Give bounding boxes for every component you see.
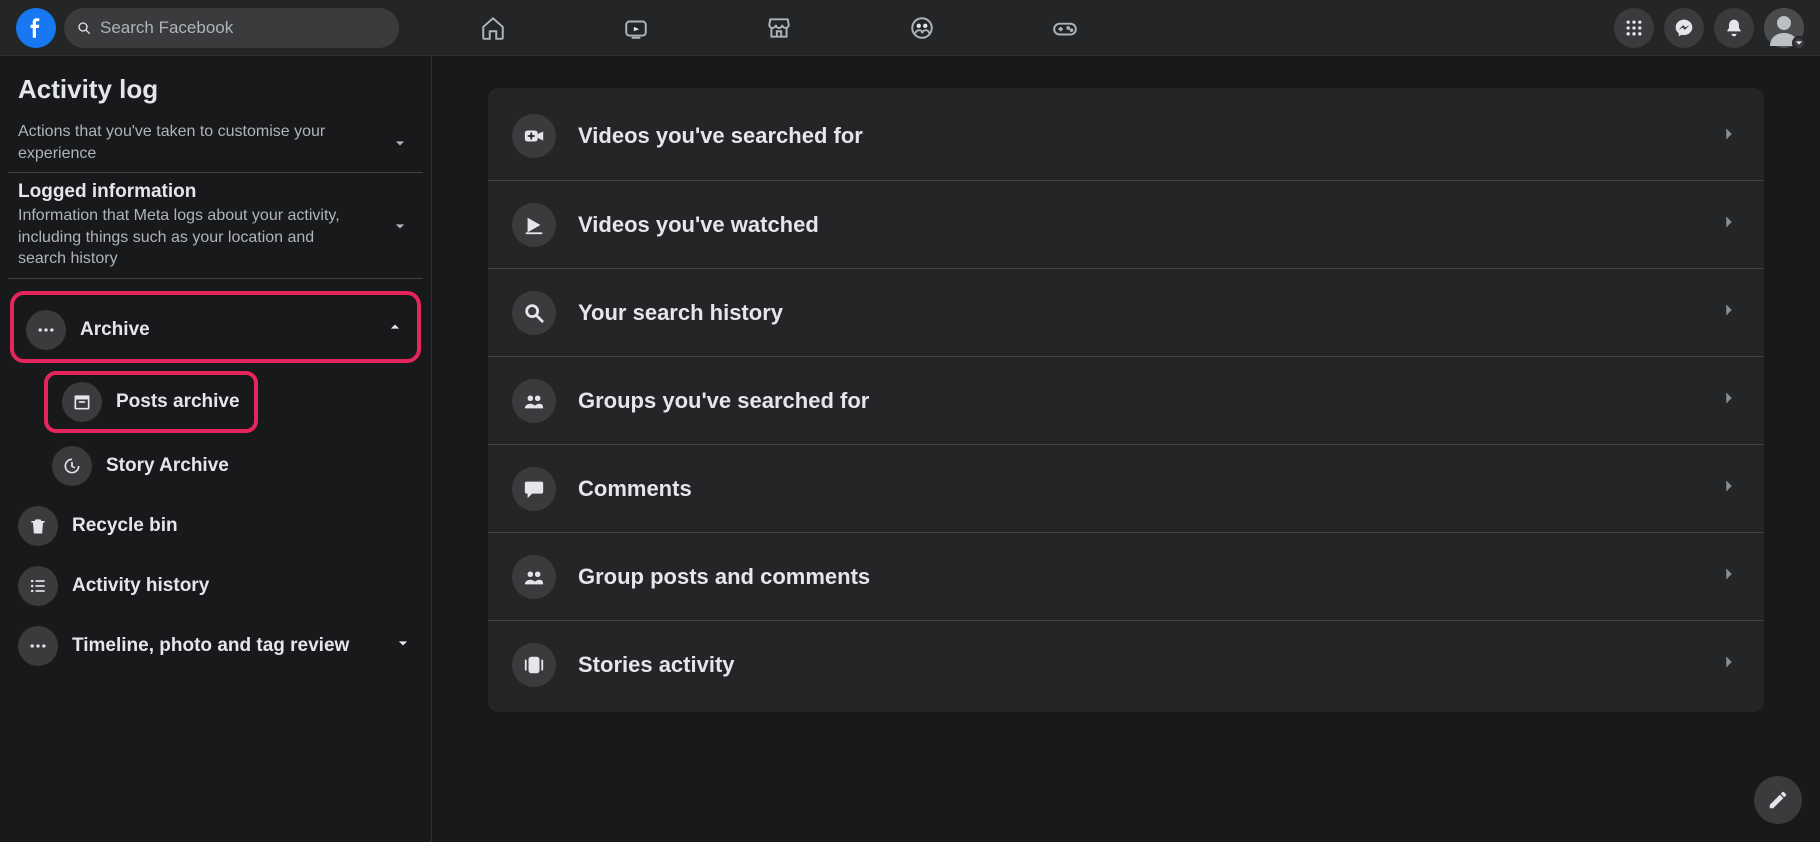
messenger-button[interactable] — [1664, 8, 1704, 48]
chevron-right-icon — [1718, 123, 1740, 150]
search-icon — [76, 20, 92, 36]
list-item-label: Comments — [578, 476, 692, 502]
logged-info-subtitle: Information that Meta logs about your ac… — [18, 205, 387, 270]
list-item-label: Videos you've searched for — [578, 123, 863, 149]
item-videos-searched[interactable]: Videos you've searched for — [488, 92, 1764, 180]
list-icon — [18, 566, 58, 606]
facebook-logo[interactable] — [16, 8, 56, 48]
more-dots-icon — [18, 626, 58, 666]
comment-icon — [512, 467, 556, 511]
search-input[interactable] — [100, 18, 387, 38]
chevron-right-icon — [1718, 563, 1740, 590]
chevron-down-icon — [393, 633, 413, 658]
item-videos-watched[interactable]: Videos you've watched — [488, 180, 1764, 268]
sidebar-section-preferences[interactable]: Actions that you've taken to customise y… — [8, 113, 423, 173]
item-stories-activity[interactable]: Stories activity — [488, 620, 1764, 708]
chevron-up-icon — [385, 317, 405, 342]
list-item-label: Stories activity — [578, 652, 735, 678]
item-search-history[interactable]: Your search history — [488, 268, 1764, 356]
video-plus-icon — [512, 114, 556, 158]
sidebar: Activity log Actions that you've taken t… — [0, 56, 432, 842]
trash-icon — [18, 506, 58, 546]
sidebar-item-activity-history[interactable]: Activity history — [8, 559, 423, 613]
chevron-right-icon — [1718, 651, 1740, 678]
main-content: Videos you've searched for Videos you've… — [432, 56, 1820, 842]
preferences-subtitle: Actions that you've taken to customise y… — [18, 121, 387, 164]
chevron-down-icon — [387, 130, 413, 156]
posts-archive-label: Posts archive — [116, 391, 240, 413]
list-item-label: Groups you've searched for — [578, 388, 869, 414]
item-group-posts-comments[interactable]: Group posts and comments — [488, 532, 1764, 620]
chevron-right-icon — [1718, 211, 1740, 238]
chevron-right-icon — [1718, 475, 1740, 502]
archive-box-icon — [62, 382, 102, 422]
search-icon — [512, 291, 556, 335]
list-item-label: Group posts and comments — [578, 564, 870, 590]
notifications-button[interactable] — [1714, 8, 1754, 48]
search-input-wrapper[interactable] — [64, 8, 399, 48]
nav-home-icon[interactable] — [469, 4, 517, 52]
group-icon — [512, 379, 556, 423]
story-archive-label: Story Archive — [106, 455, 229, 477]
sidebar-item-timeline-review[interactable]: Timeline, photo and tag review — [8, 619, 423, 673]
item-comments[interactable]: Comments — [488, 444, 1764, 532]
nav-gaming-icon[interactable] — [1041, 4, 1089, 52]
archive-label: Archive — [80, 319, 150, 341]
sidebar-item-story-archive[interactable]: Story Archive — [8, 439, 423, 493]
sidebar-item-archive[interactable]: Archive — [16, 303, 415, 357]
list-item-label: Your search history — [578, 300, 783, 326]
center-nav — [399, 4, 1614, 52]
item-groups-searched[interactable]: Groups you've searched for — [488, 356, 1764, 444]
nav-video-icon[interactable] — [612, 4, 660, 52]
page-title: Activity log — [0, 56, 431, 113]
logged-info-heading: Logged information — [18, 181, 387, 203]
chevron-right-icon — [1718, 299, 1740, 326]
sidebar-item-posts-archive[interactable]: Posts archive — [52, 375, 250, 429]
history-clock-icon — [52, 446, 92, 486]
group-icon — [512, 555, 556, 599]
activity-history-label: Activity history — [72, 575, 209, 597]
recycle-bin-label: Recycle bin — [72, 515, 178, 537]
stories-icon — [512, 643, 556, 687]
chevron-right-icon — [1718, 387, 1740, 414]
activity-list-card: Videos you've searched for Videos you've… — [488, 88, 1764, 712]
account-avatar[interactable] — [1764, 8, 1804, 48]
more-dots-icon — [26, 310, 66, 350]
top-right-cluster — [1614, 8, 1804, 48]
chevron-down-icon — [387, 213, 413, 239]
play-triangle-icon — [512, 203, 556, 247]
sidebar-section-logged-info[interactable]: Logged information Information that Meta… — [8, 173, 423, 279]
timeline-review-label: Timeline, photo and tag review — [72, 635, 349, 657]
chevron-down-icon — [1792, 36, 1806, 50]
nav-marketplace-icon[interactable] — [755, 4, 803, 52]
menu-grid-button[interactable] — [1614, 8, 1654, 48]
list-item-label: Videos you've watched — [578, 212, 819, 238]
compose-fab[interactable] — [1754, 776, 1802, 824]
nav-groups-icon[interactable] — [898, 4, 946, 52]
sidebar-item-recycle-bin[interactable]: Recycle bin — [8, 499, 423, 553]
top-nav-bar — [0, 0, 1820, 56]
